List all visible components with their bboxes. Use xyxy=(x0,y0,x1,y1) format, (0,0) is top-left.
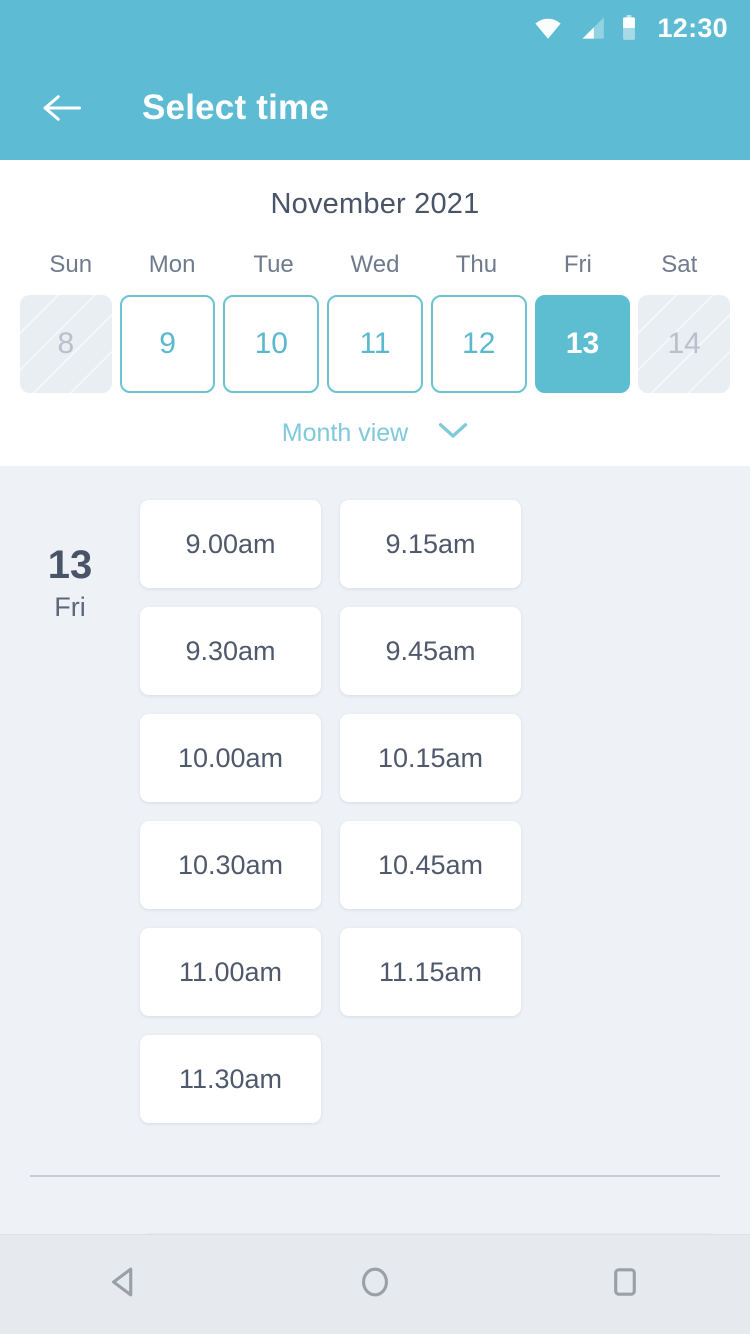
page-title: Select time xyxy=(142,88,330,127)
day-group-13: 13 Fri 9.00am 9.15am 9.30am 9.45am 10.00… xyxy=(0,466,750,1123)
time-slot[interactable]: 9.45am xyxy=(340,607,521,695)
time-slot[interactable]: 10.00am xyxy=(140,714,321,802)
weekday-label: Sat xyxy=(661,251,698,278)
time-slot[interactable]: 11.30am xyxy=(140,1035,321,1123)
day-cell-10[interactable]: 10 xyxy=(223,295,320,393)
time-slot-grid: 9.00am 9.15am 9.30am 9.45am 10.00am 10.1… xyxy=(140,500,720,1123)
schedule-list: 13 Fri 9.00am 9.15am 9.30am 9.45am 10.00… xyxy=(0,466,750,1234)
status-bar-clock: 12:30 xyxy=(657,12,728,43)
weekday-label: Sun xyxy=(49,251,93,278)
weekday-label: Mon xyxy=(148,251,196,278)
nav-back-button[interactable] xyxy=(80,1240,170,1330)
nav-home-button[interactable] xyxy=(330,1240,420,1330)
weekday-label: Fri xyxy=(563,251,592,278)
weekday-header-row: Sun Mon Tue Wed Thu Fri Sat xyxy=(0,251,750,279)
day-label-13: 13 Fri xyxy=(0,500,140,1123)
day-group-14: 14 Sun Salon closed xyxy=(0,1177,750,1234)
status-bar: 12:30 xyxy=(0,0,750,56)
weekday-label: Tue xyxy=(253,251,294,278)
time-slot[interactable]: 10.15am xyxy=(340,714,521,802)
arrow-left-icon xyxy=(43,95,81,121)
android-nav-bar xyxy=(0,1234,750,1334)
back-triangle-icon xyxy=(105,1262,145,1307)
nav-recents-button[interactable] xyxy=(580,1240,670,1330)
day-cell-11[interactable]: 11 xyxy=(327,295,423,393)
day-cell-14: 14 xyxy=(638,295,731,393)
signal-icon xyxy=(579,16,605,40)
weekday-label: Wed xyxy=(350,251,400,278)
day-name: Fri xyxy=(54,592,86,622)
recents-square-icon xyxy=(605,1262,645,1307)
time-slot[interactable]: 9.00am xyxy=(140,500,321,588)
time-slot[interactable]: 10.45am xyxy=(340,821,521,909)
day-cell-9[interactable]: 9 xyxy=(119,295,216,393)
weekday-label: Thu xyxy=(455,251,498,278)
day-number: 13 xyxy=(47,543,93,587)
month-view-label: Month view xyxy=(281,419,409,447)
app-bar: Select time xyxy=(0,56,750,160)
time-slot[interactable]: 9.30am xyxy=(140,607,321,695)
month-view-toggle[interactable]: Month view xyxy=(0,419,750,448)
battery-icon xyxy=(621,15,637,41)
month-title: November 2021 xyxy=(270,188,480,220)
day-cell-8: 8 xyxy=(20,295,112,393)
week-strip: 8 9 10 11 12 13 14 xyxy=(0,295,750,393)
home-circle-icon xyxy=(355,1262,395,1307)
day-cell-12[interactable]: 12 xyxy=(430,295,527,393)
time-slot[interactable]: 11.00am xyxy=(140,928,321,1016)
day-cell-13[interactable]: 13 xyxy=(534,295,631,393)
time-slot[interactable]: 11.15am xyxy=(340,928,521,1016)
calendar-panel: November 2021 Sun Mon Tue Wed Thu Fri Sa… xyxy=(0,160,750,466)
back-button[interactable] xyxy=(34,80,90,136)
phone-screen: 12:30 Select time November 2021 Sun Mon … xyxy=(0,0,750,1334)
time-slot[interactable]: 9.15am xyxy=(340,500,521,588)
time-slot[interactable]: 10.30am xyxy=(140,821,321,909)
chevron-down-icon xyxy=(438,422,468,445)
wifi-icon xyxy=(533,16,563,40)
